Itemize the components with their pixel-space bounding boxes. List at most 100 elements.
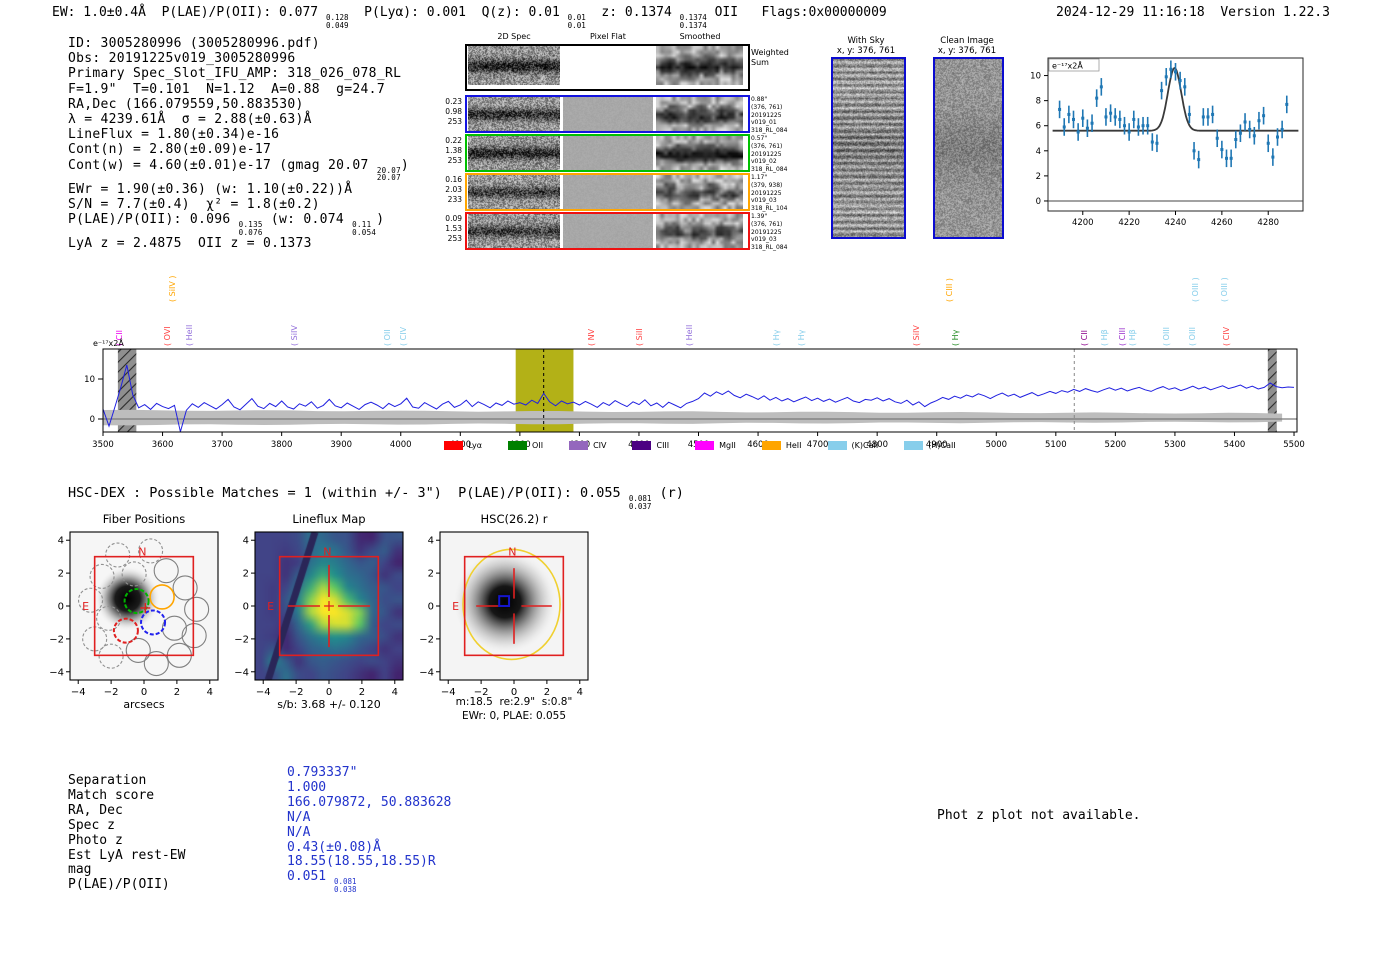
legend-swatch [827, 441, 847, 450]
match-row-label: Spec z [68, 817, 115, 833]
sup-sub-value: 0.135 0.076 [238, 220, 263, 237]
svg-text:2: 2 [1036, 172, 1041, 182]
legend-label: HeII [785, 441, 802, 450]
svg-text:10: 10 [1030, 72, 1041, 82]
svg-text:2: 2 [243, 569, 249, 580]
svg-text:4: 4 [428, 536, 434, 547]
2d-spec-image [468, 175, 560, 209]
match-row-label: Est LyA rest-EW [68, 847, 186, 863]
header-datetime-version: 2024-12-29 11:16:18 Version 1.22.3 [1056, 5, 1330, 20]
svg-text:4220: 4220 [1118, 218, 1140, 228]
with-sky-image [831, 57, 906, 239]
legend-label: OII [532, 441, 544, 450]
legend-swatch [508, 441, 528, 450]
svg-text:2: 2 [58, 569, 64, 580]
match-table-values: 0.793337" 1.000 166.079872, 50.883628 N/A N/… [287, 765, 451, 894]
svg-text:4: 4 [58, 536, 64, 547]
sup-sub-value: 0.081 0.038 [333, 877, 357, 894]
pixel-flat-image [563, 175, 653, 209]
svg-text:4: 4 [1036, 147, 1041, 157]
cutout-row-left-labels: 0.22 1.38 253 [445, 136, 462, 165]
match-row-value: 0.051 0.081 0.038 [287, 869, 357, 894]
legend-label: CIII [656, 441, 670, 450]
hsc-xlabel-1: m:18.5 re:2.9" s:0.8" [455, 696, 573, 708]
cutout-row-right-labels: 1.39" (376, 761) 20191225 v019_03 318_RL_084 [751, 213, 788, 252]
svg-text:−2: −2 [419, 634, 434, 645]
svg-text:0: 0 [243, 602, 249, 613]
sup-sub-value: 0.01 0.01 [567, 13, 586, 30]
weighted-smoothed-image [656, 46, 743, 85]
info-line: LyA z = 2.4875 OII z = 0.1373 [68, 236, 312, 252]
weighted-2d-spec-image [468, 46, 560, 85]
cutout-row [465, 212, 750, 250]
match-row-label: P(LAE)/P(OII) [68, 877, 170, 893]
cutout-row-right-labels: 0.57" (376, 761) 20191225 v019_02 318_RL_084 [751, 135, 788, 174]
header-summary: EW: 1.0±0.4Å P(LAE)/P(OII): 0.077 0.128 0… [52, 5, 887, 30]
line-fit-plot: 0 2 4 6 8 10 4200 4220 4240 4260 4280 e⁻¹⁷x2Å [1030, 57, 1304, 228]
info-line: RA,Dec (166.079559,50.883530) [68, 96, 304, 112]
match-row-value: 18.55(18.55,18.55)R [287, 854, 436, 870]
smoothed-image [656, 214, 743, 248]
svg-text:−4: −4 [234, 667, 249, 678]
svg-text:0: 0 [1036, 197, 1041, 207]
legend-item: OII [508, 441, 543, 450]
sup-sub-value: 0.11 0.054 [352, 220, 377, 237]
info-line: F=1.9" T=0.101 N=1.12 A=0.88 g=24.7 [68, 81, 385, 97]
svg-text:−2: −2 [49, 634, 64, 645]
svg-text:6: 6 [1036, 122, 1041, 132]
sup-sub-value: 0.128 0.049 [325, 13, 349, 30]
svg-text:4: 4 [243, 536, 249, 547]
svg-text:0: 0 [428, 602, 434, 613]
sup-sub-value: 0.081 0.037 [628, 494, 652, 511]
fiber-positions-canvas: N E −4 −4 −2 −2 0 0 2 2 4 4 [49, 531, 219, 698]
match-row-label: Separation [68, 773, 147, 788]
svg-text:N: N [508, 546, 516, 559]
info-line: ID: 3005280996 (3005280996.pdf) [68, 36, 320, 51]
legend-label: (K)CaII [851, 441, 879, 450]
info-line: λ = 4239.61Å σ = 2.88(±0.63)Å [68, 112, 312, 128]
legend-item: HeII [761, 441, 802, 450]
info-line: P(LAE)/P(OII): 0.096 0.135 0.076 (w: 0.07… [68, 212, 385, 237]
match-row-label: RA, Dec [68, 802, 123, 818]
svg-text:−2: −2 [289, 687, 304, 698]
legend-item: Lyα [444, 441, 482, 450]
fiber-positions-xlabel: arcsecs [123, 698, 165, 711]
fiber-positions-plot: Fiber Positions N E −4 −4 −2 −2 0 0 2 2 4 4 arcsecs [38, 508, 250, 728]
weighted-sum-row [465, 44, 750, 91]
lineflux-annotations: N E −4 −4 −2 −2 0 0 2 2 4 4 [234, 531, 404, 698]
lineflux-xlabel: s/b: 3.68 +/- 0.120 [277, 698, 381, 711]
2d-spec-image [468, 136, 560, 170]
phot-z-note: Phot z plot not available. [937, 808, 1141, 823]
legend-swatch [632, 441, 652, 450]
match-row-label: Match score [68, 787, 155, 803]
svg-text:4: 4 [392, 687, 398, 698]
svg-text:−4: −4 [256, 687, 271, 698]
svg-text:0: 0 [141, 687, 147, 698]
svg-text:2: 2 [428, 569, 434, 580]
svg-text:−4: −4 [49, 667, 64, 678]
2d-spec-image [468, 97, 560, 131]
cutout-row-right-labels: 1.17" (379, 938) 20191225 v019_03 318_RL_104 [751, 174, 788, 213]
clean-image-coords: x, y: 376, 761 [937, 46, 997, 56]
svg-text:8: 8 [1036, 97, 1041, 107]
svg-text:N: N [138, 546, 146, 559]
cutout-row [465, 95, 750, 133]
svg-text:2: 2 [359, 687, 365, 698]
col-header-pixel-flat: Pixel Flat [590, 32, 626, 41]
lineflux-map-plot: Lineflux Map N E −4 −4 −2 −2 0 0 2 2 4 4 s/b: 3.68 … [223, 508, 435, 728]
spectrum-legend: Lyα OII CIV CIII MgII HeII (K)CaII (H)CaII [103, 441, 1297, 450]
2d-spec-image [468, 214, 560, 248]
svg-text:4280: 4280 [1257, 218, 1279, 228]
svg-text:−2: −2 [104, 687, 119, 698]
legend-swatch [695, 441, 715, 450]
match-row-value: 0.793337" [287, 765, 358, 780]
cutout-row-right-labels: 0.88" (376, 761) 20191225 v019_01 318_RL_084 [751, 96, 788, 135]
match-row-value: 1.000 [287, 779, 327, 795]
legend-item: (H)CaII [904, 441, 956, 450]
match-row-label: mag [68, 862, 92, 878]
weighted-sum-label: Weighted Sum [751, 48, 789, 67]
match-row-value: N/A [287, 824, 311, 840]
elixer-report-page: EW: 1.0±0.4Å P(LAE)/P(OII): 0.077 0.128 0… [0, 0, 1400, 953]
info-line: EWr = 1.90(±0.36) (w: 1.10(±0.22))Å [68, 181, 353, 197]
svg-text:−4: −4 [419, 667, 434, 678]
